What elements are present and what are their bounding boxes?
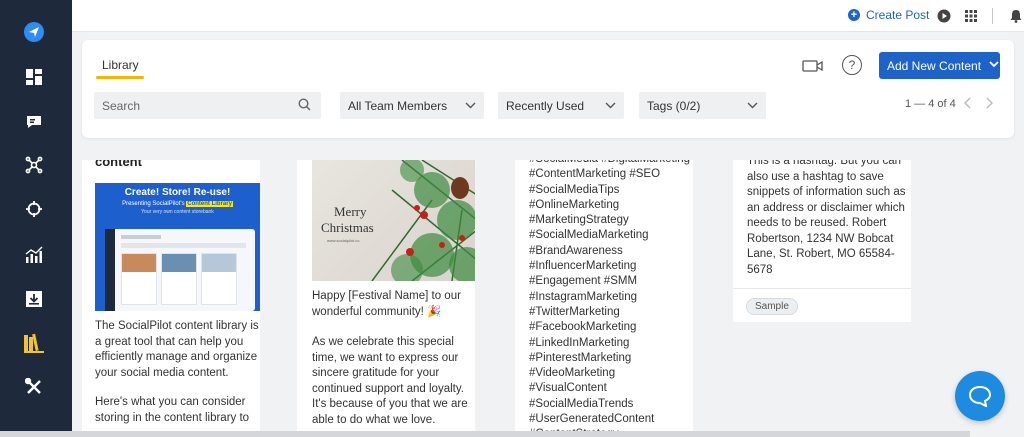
add-new-content-button[interactable]: Add New Content xyxy=(879,52,1000,79)
chat-bubble-icon xyxy=(968,385,992,407)
send-icon[interactable] xyxy=(22,20,46,44)
notification-bell-icon[interactable] xyxy=(1008,8,1024,24)
analytics-icon[interactable] xyxy=(22,243,46,267)
video-icon[interactable] xyxy=(802,58,824,74)
card-body-text: The SocialPilot content library is a gre… xyxy=(95,320,259,379)
create-post-button[interactable]: + Create Post xyxy=(848,8,929,22)
play-icon[interactable] xyxy=(936,8,952,24)
card-body-text: Happy [Festival Name] to our wonderful c… xyxy=(312,290,461,318)
content-card[interactable]: Merry Christmas www.socialpilot.co Happy… xyxy=(297,160,475,431)
promo-subtitle: Presenting SocialPilot's Content Library xyxy=(95,201,260,207)
chevron-down-icon xyxy=(747,100,758,112)
pagination-label: 1 — 4 of 4 xyxy=(905,98,956,110)
card-body-text-2: As we celebrate this special time, we wa… xyxy=(312,336,468,426)
tags-value: Tags (0/2) xyxy=(647,98,701,113)
target-icon[interactable] xyxy=(22,197,46,221)
tags-dropdown[interactable]: Tags (0/2) xyxy=(639,92,766,119)
team-members-value: All Team Members xyxy=(348,98,448,113)
sidebar xyxy=(0,0,72,437)
content-card[interactable]: #SocialMedia #DigitalMarketing #ContentM… xyxy=(515,160,693,431)
content-library-promo-image: Create! Store! Re-use! Presenting Social… xyxy=(95,183,260,311)
create-post-label: Create Post xyxy=(866,8,930,22)
tag-badge-label: Sample xyxy=(746,298,798,315)
horizontal-scrollbar[interactable] xyxy=(0,431,970,437)
content-card[interactable]: This is a hashtag. But you can also use … xyxy=(733,160,911,322)
card-title: content xyxy=(95,160,142,169)
promo-caption: Your very own content storebank xyxy=(141,209,214,215)
card-divider xyxy=(733,288,911,289)
card-body-text: This is a hashtag. But you can also use … xyxy=(747,160,906,276)
team-members-dropdown[interactable]: All Team Members xyxy=(340,92,484,119)
chat-support-button[interactable] xyxy=(955,371,1005,421)
sort-dropdown[interactable]: Recently Used xyxy=(498,92,624,119)
chevron-down-icon xyxy=(465,100,476,112)
library-panel: Library ? Add New Content Search All Tea… xyxy=(82,40,1014,138)
feedback-icon[interactable] xyxy=(22,110,46,134)
content-card[interactable]: content Create! Store! Re-use! Presentin… xyxy=(82,160,260,431)
hashtags-text: #SocialMedia #DigitalMarketing #ContentM… xyxy=(529,160,690,431)
merry-text: Merry xyxy=(334,204,367,219)
chevron-down-icon xyxy=(605,100,616,112)
promo-subtitle-highlight: Content Library xyxy=(186,201,233,207)
prev-page-icon[interactable] xyxy=(963,97,972,112)
next-page-icon[interactable] xyxy=(985,97,994,112)
app-preview-mockup xyxy=(105,229,255,311)
apps-grid-icon[interactable] xyxy=(963,8,979,24)
promo-headline: Create! Store! Re-use! xyxy=(124,187,231,198)
chevron-down-icon xyxy=(989,60,999,71)
tools-icon[interactable] xyxy=(22,375,46,399)
top-bar: + Create Post xyxy=(72,0,1024,32)
tab-active-indicator xyxy=(96,76,144,79)
plus-icon: + xyxy=(848,9,860,21)
sort-value: Recently Used xyxy=(506,98,585,113)
image-url-text: www.socialpilot.co xyxy=(327,238,360,243)
download-icon[interactable] xyxy=(22,287,46,311)
christmas-text: Christmas xyxy=(321,220,374,235)
search-input[interactable]: Search xyxy=(94,92,321,119)
dashboard-icon[interactable] xyxy=(22,65,46,89)
promo-subtitle-text: Presenting SocialPilot's xyxy=(122,201,185,207)
card-body-text-2: Here's what you can consider storing in … xyxy=(95,396,250,424)
topbar-divider xyxy=(992,8,993,24)
search-icon xyxy=(298,98,311,114)
help-icon[interactable]: ? xyxy=(842,55,862,75)
merry-christmas-image: Merry Christmas www.socialpilot.co xyxy=(312,160,475,281)
search-placeholder: Search xyxy=(102,99,141,113)
library-icon[interactable] xyxy=(22,331,46,355)
tab-library[interactable]: Library xyxy=(102,58,139,72)
add-new-content-label: Add New Content xyxy=(887,58,982,73)
tag-badge[interactable]: Sample xyxy=(746,296,798,315)
network-icon[interactable] xyxy=(22,153,46,177)
